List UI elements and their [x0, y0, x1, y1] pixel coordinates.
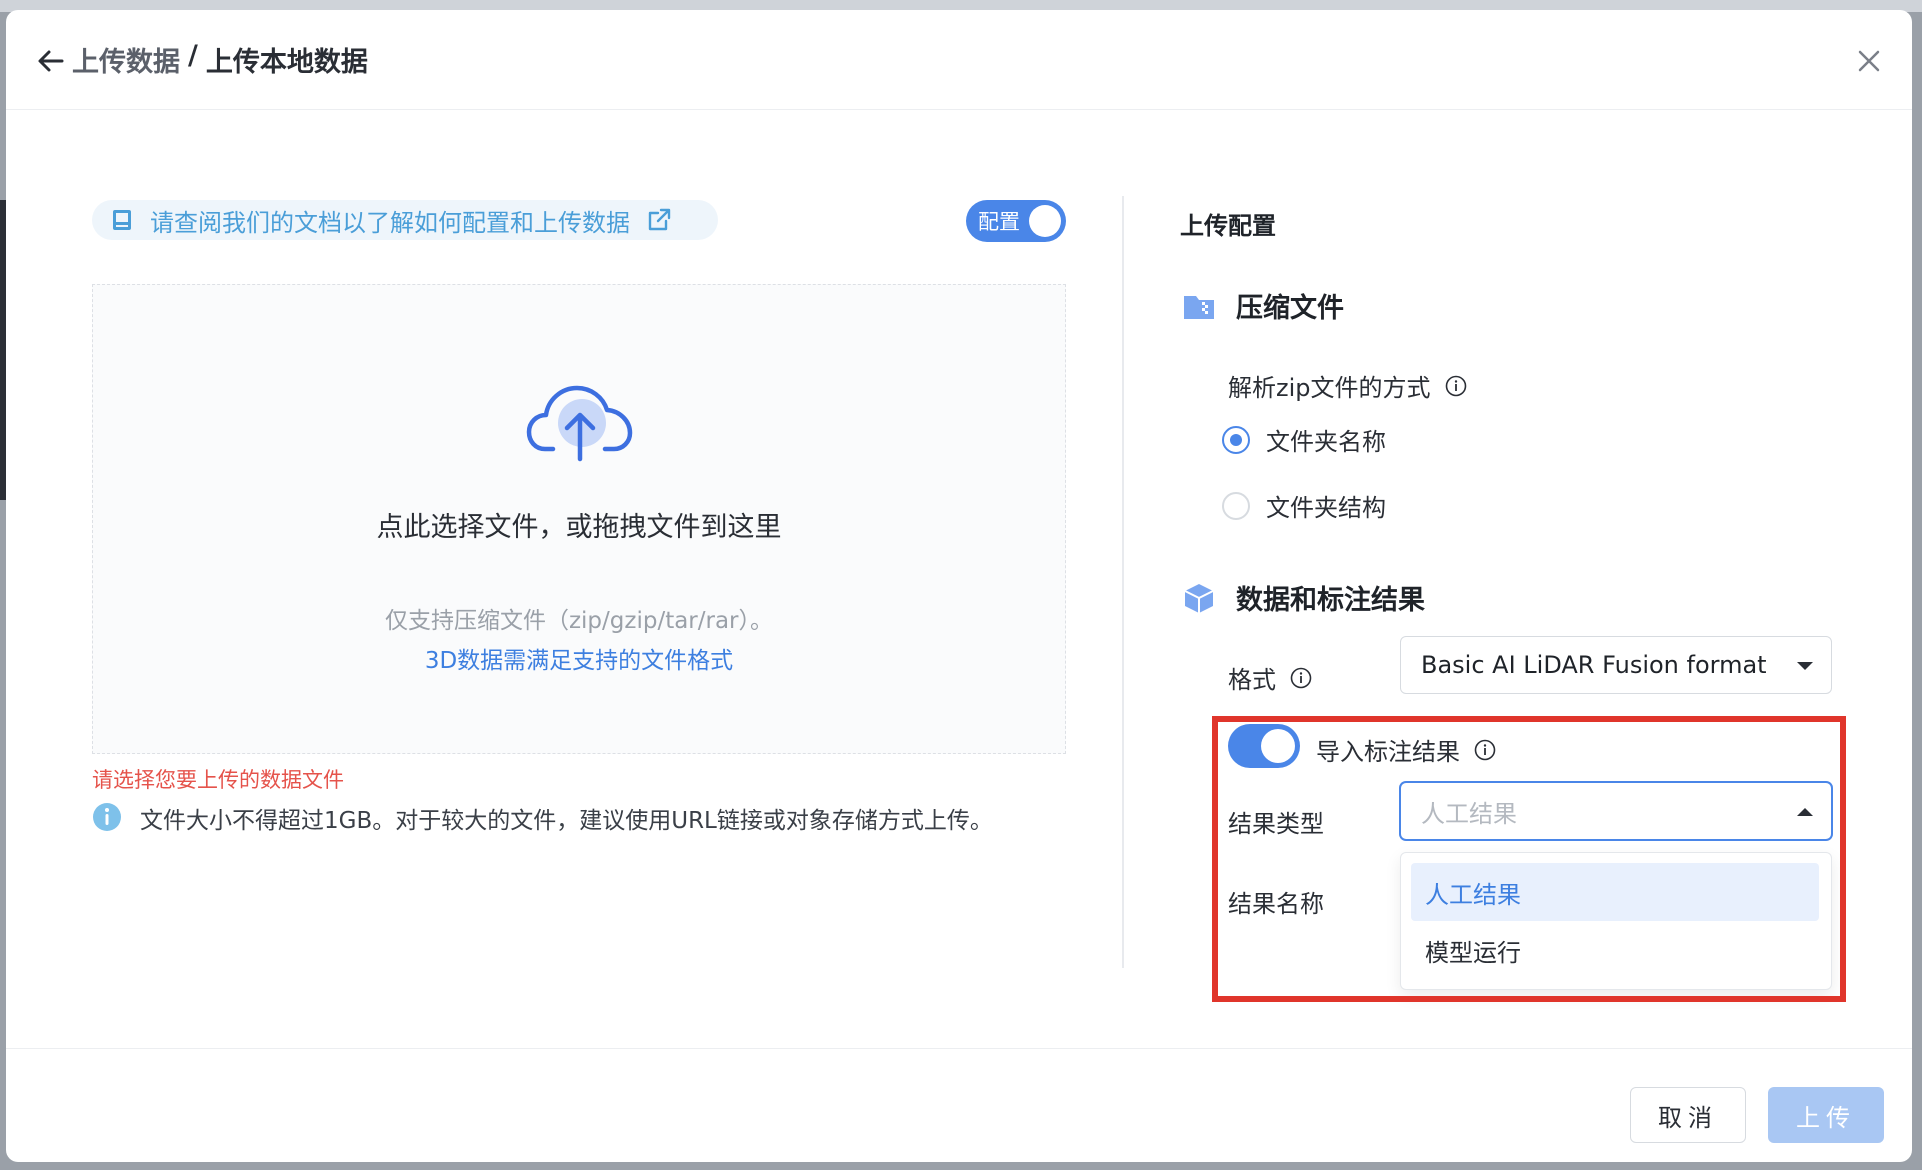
- data-result-section-heading: 数据和标注结果: [1182, 578, 1425, 617]
- compress-section-title: 压缩文件: [1236, 293, 1344, 324]
- config-toggle-label: 配置: [978, 210, 1020, 234]
- file-error-message: 请选择您要上传的数据文件: [92, 768, 344, 792]
- info-circle-icon[interactable]: [1445, 375, 1467, 397]
- radio-label: 文件夹结构: [1266, 494, 1386, 522]
- format-select[interactable]: Basic AI LiDAR Fusion format: [1400, 636, 1832, 694]
- parse-zip-label: 解析zip文件的方式: [1228, 368, 1467, 403]
- info-circle-icon[interactable]: [1290, 667, 1312, 689]
- radio-button-checked[interactable]: [1222, 425, 1250, 454]
- compress-section-heading: 压缩文件: [1182, 286, 1344, 325]
- cube-icon: [1184, 583, 1214, 613]
- dialog-header: 上传数据 / 上传本地数据: [6, 10, 1912, 110]
- annotation-highlight-box: [1212, 716, 1846, 1002]
- radio-folder-name[interactable]: 文件夹名称: [1222, 422, 1386, 457]
- data-result-section-title: 数据和标注结果: [1236, 585, 1425, 616]
- cancel-button[interactable]: 取消: [1630, 1087, 1746, 1143]
- caret-down-icon: [1797, 662, 1813, 670]
- close-icon[interactable]: [1854, 46, 1884, 76]
- dialog-footer: 取消 上传: [6, 1048, 1912, 1162]
- info-icon: [93, 803, 121, 831]
- cloud-upload-icon: [526, 385, 633, 462]
- breadcrumb-separator: /: [188, 40, 198, 71]
- size-limit-text: 文件大小不得超过1GB。对于较大的文件，建议使用URL链接或对象存储方式上传。: [140, 808, 993, 834]
- radio-folder-structure[interactable]: 文件夹结构: [1222, 488, 1386, 523]
- doc-tip-text: 请查阅我们的文档以了解如何配置和上传数据: [150, 208, 630, 237]
- config-toggle[interactable]: 配置: [966, 200, 1066, 242]
- config-toggle-knob: [1029, 205, 1061, 237]
- breadcrumb-current: 上传本地数据: [205, 47, 368, 78]
- radio-label: 文件夹名称: [1266, 428, 1386, 456]
- external-link-icon: [648, 208, 671, 231]
- supported-format-link[interactable]: 3D数据需满足支持的文件格式: [93, 641, 1065, 675]
- doc-tip-link[interactable]: 请查阅我们的文档以了解如何配置和上传数据: [92, 200, 718, 240]
- format-select-value: Basic AI LiDAR Fusion format: [1421, 651, 1767, 679]
- book-icon: [113, 210, 131, 230]
- column-divider: [1122, 196, 1124, 968]
- format-label: 格式: [1228, 660, 1312, 695]
- dropzone-prompt: 点此选择文件，或拖拽文件到这里: [376, 512, 782, 543]
- upload-config-title: 上传配置: [1180, 212, 1276, 240]
- upload-button[interactable]: 上传: [1768, 1087, 1884, 1143]
- arrow-left-icon[interactable]: [36, 46, 66, 76]
- file-dropzone[interactable]: 点此选择文件，或拖拽文件到这里 仅支持压缩文件（zip/gzip/tar/rar…: [92, 284, 1066, 754]
- zip-folder-icon: [1184, 295, 1214, 319]
- dropzone-format-hint: 仅支持压缩文件（zip/gzip/tar/rar）。: [384, 608, 774, 634]
- page-title: 上传数据 / 上传本地数据: [72, 40, 368, 79]
- size-limit-note: 文件大小不得超过1GB。对于较大的文件，建议使用URL链接或对象存储方式上传。: [92, 802, 1052, 840]
- breadcrumb-parent[interactable]: 上传数据: [72, 40, 180, 79]
- radio-button[interactable]: [1222, 491, 1250, 520]
- format-label-text: 格式: [1228, 666, 1276, 694]
- parse-zip-label-text: 解析zip文件的方式: [1228, 374, 1431, 402]
- upload-dialog: 上传数据 / 上传本地数据 请查阅我们的文档以了解如何配置和上传数据 配置 点此…: [6, 10, 1912, 1162]
